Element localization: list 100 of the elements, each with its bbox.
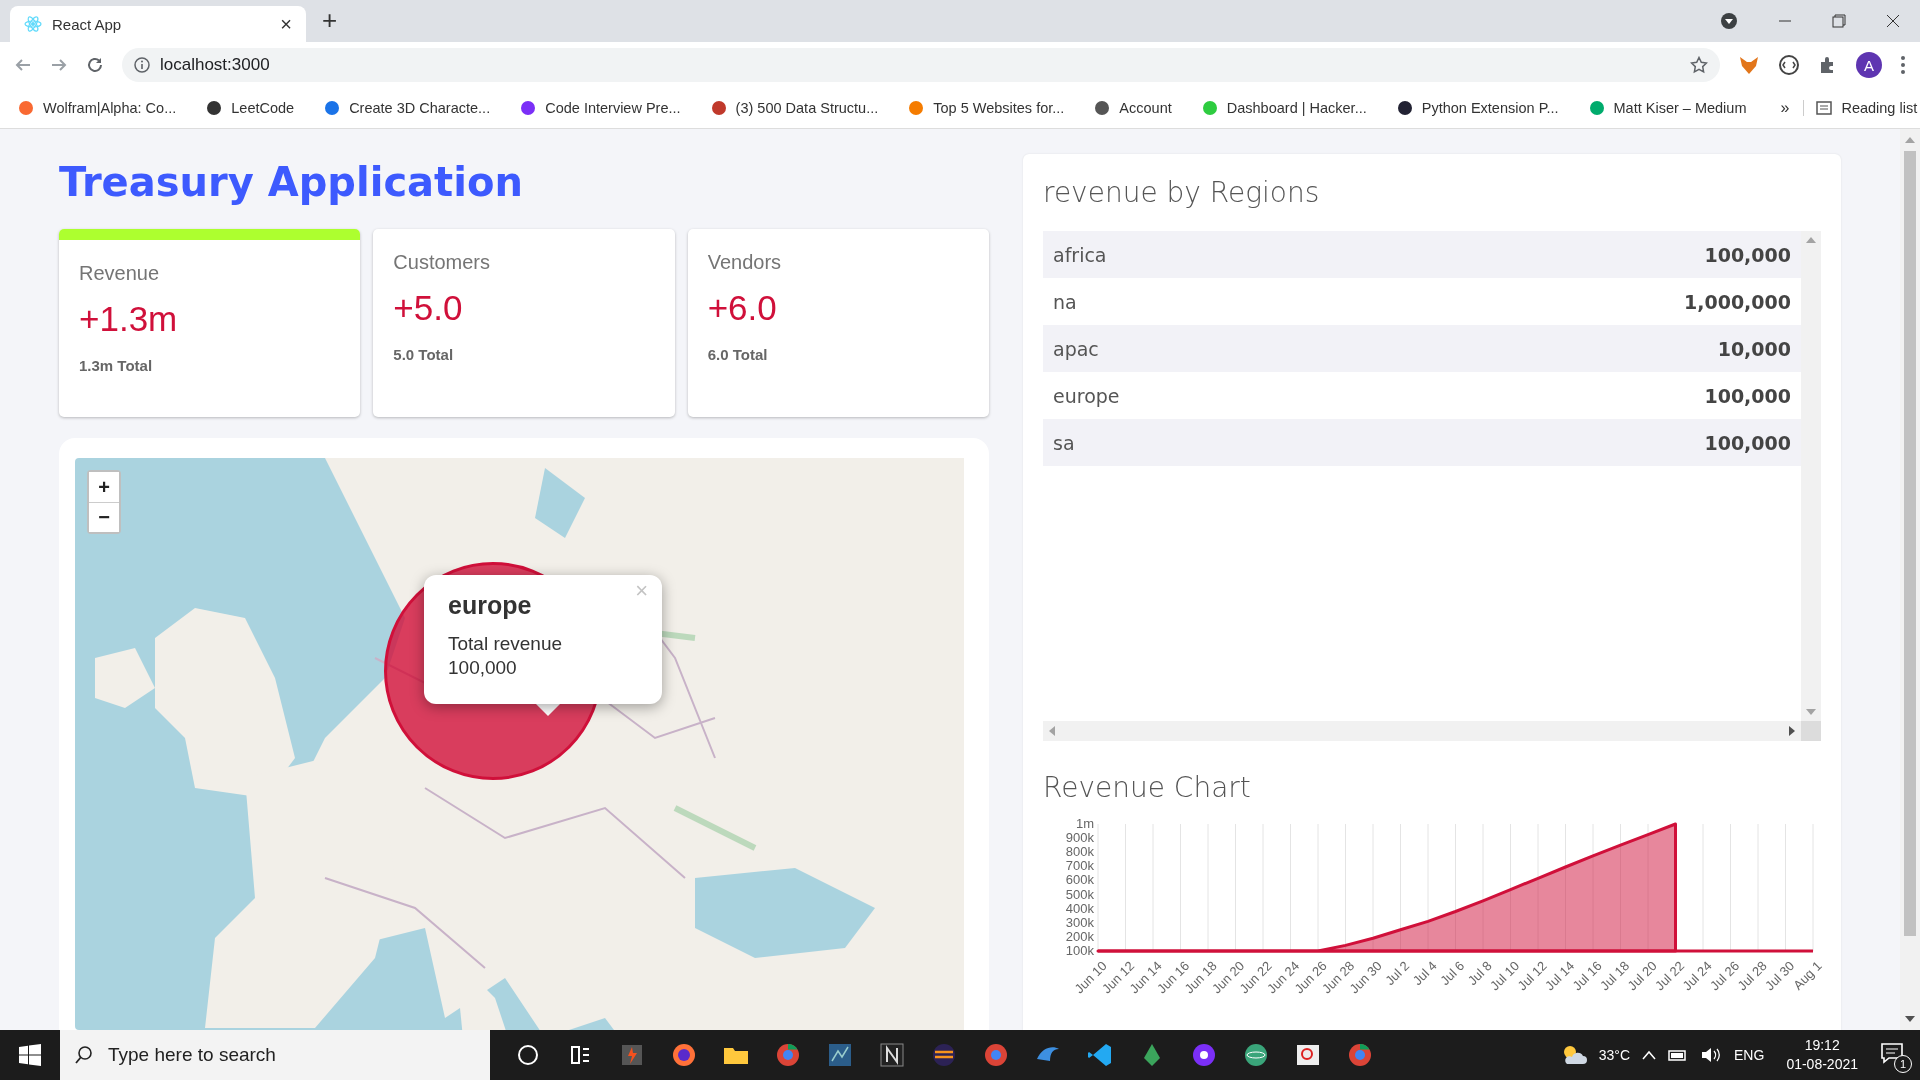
app-title: Treasury Application bbox=[59, 159, 524, 205]
y-tick-label: 800k bbox=[1065, 844, 1094, 860]
chart-title: Revenue Chart bbox=[1043, 771, 1252, 804]
region-revenue: 100,000 bbox=[1704, 243, 1791, 266]
reading-list-button[interactable]: Reading list bbox=[1803, 100, 1918, 116]
scrollbar-thumb[interactable] bbox=[1904, 151, 1916, 936]
y-tick-label: 1m bbox=[1075, 816, 1094, 831]
bookmark-item[interactable]: Account bbox=[1088, 96, 1178, 120]
bookmark-icon bbox=[1094, 100, 1111, 116]
search-icon bbox=[74, 1045, 94, 1065]
region-revenue: 10,000 bbox=[1717, 337, 1791, 360]
bookmark-icon bbox=[1588, 100, 1605, 116]
popup-text: Total revenue 100,000 bbox=[448, 632, 564, 680]
region-name: na bbox=[1053, 290, 1077, 313]
new-tab-button[interactable]: + bbox=[318, 5, 342, 36]
card-total: 1.3m Total bbox=[79, 357, 154, 374]
browser-icon[interactable] bbox=[774, 1041, 802, 1069]
browser-icon[interactable] bbox=[1346, 1041, 1374, 1069]
scroll-down-icon[interactable] bbox=[1905, 1016, 1915, 1022]
chevron-up-icon[interactable] bbox=[1642, 1050, 1657, 1060]
app-icon[interactable] bbox=[878, 1041, 906, 1069]
y-tick-label: 700k bbox=[1065, 858, 1094, 874]
bookmark-icon bbox=[324, 100, 341, 116]
region-name: africa bbox=[1053, 243, 1107, 266]
address-bar[interactable]: localhost:3000 bbox=[122, 48, 1720, 82]
bookmark-icon bbox=[1396, 100, 1413, 116]
y-tick-label: 200k bbox=[1065, 928, 1094, 944]
code-editor-icon[interactable] bbox=[1086, 1041, 1114, 1069]
y-tick-label: 300k bbox=[1065, 914, 1094, 930]
bookmark-item[interactable]: LeetCode bbox=[200, 96, 301, 120]
bookmark-icon bbox=[1201, 100, 1218, 116]
horizontal-scrollbar[interactable] bbox=[1043, 721, 1801, 741]
page-scrollbar[interactable] bbox=[1900, 129, 1920, 1030]
y-tick-label: 600k bbox=[1065, 872, 1094, 888]
info-icon[interactable] bbox=[134, 57, 150, 73]
browser-tab[interactable]: React App × bbox=[10, 6, 306, 42]
tab-search-icon[interactable] bbox=[1720, 12, 1738, 30]
battery-icon[interactable] bbox=[1668, 1048, 1689, 1062]
notification-count: 1 bbox=[1894, 1055, 1912, 1073]
card-total: 6.0 Total bbox=[707, 346, 769, 363]
browser-icon[interactable] bbox=[982, 1041, 1010, 1069]
speaker-icon[interactable] bbox=[1700, 1047, 1723, 1063]
bookmark-item[interactable]: (3) 500 Data Structu... bbox=[704, 96, 885, 120]
bookmark-icon bbox=[206, 100, 223, 116]
profile-avatar[interactable]: A bbox=[1856, 52, 1882, 78]
card-label: Customers bbox=[393, 251, 492, 274]
bookmark-icon bbox=[908, 100, 925, 116]
menu-icon[interactable] bbox=[1900, 55, 1906, 75]
app-icon[interactable] bbox=[1190, 1041, 1218, 1069]
fox-icon[interactable] bbox=[1738, 54, 1760, 76]
clock[interactable]: 19:12 01-08-2021 bbox=[1786, 1036, 1858, 1074]
more-bookmarks-button[interactable]: » bbox=[1770, 99, 1800, 117]
scroll-right-icon[interactable] bbox=[1789, 726, 1795, 736]
taskbar-search-field[interactable]: Type here to search bbox=[60, 1030, 490, 1080]
y-tick-label: 500k bbox=[1065, 886, 1094, 902]
card-value: +5.0 bbox=[393, 288, 464, 328]
scrollbar-corner bbox=[1801, 721, 1821, 741]
popup-title: europe bbox=[448, 591, 533, 620]
bookmark-icon bbox=[710, 100, 727, 116]
card-value: +1.3m bbox=[79, 299, 179, 339]
app-icon[interactable] bbox=[930, 1041, 958, 1069]
temperature: 33°C bbox=[1598, 1047, 1631, 1063]
panel-title: revenue by Regions bbox=[1043, 176, 1321, 209]
bookmark-icon bbox=[520, 100, 537, 116]
card-label: Revenue bbox=[79, 262, 161, 285]
card-label: Vendors bbox=[707, 251, 783, 274]
bookmark-item[interactable]: Code Interview Pre... bbox=[514, 96, 687, 120]
bookmark-item[interactable]: Create 3D Characte... bbox=[318, 96, 497, 120]
region-name: sa bbox=[1053, 431, 1075, 454]
y-tick-label: 100k bbox=[1065, 943, 1094, 958]
card-total: 5.0 Total bbox=[393, 346, 455, 363]
app-icon[interactable] bbox=[826, 1041, 854, 1069]
restore-icon[interactable] bbox=[1832, 14, 1846, 28]
close-tab-button[interactable]: × bbox=[276, 12, 296, 36]
browser-icon[interactable] bbox=[670, 1041, 698, 1069]
atom-icon[interactable] bbox=[1242, 1041, 1270, 1069]
atom-icon bbox=[24, 15, 42, 33]
zoom-out-button[interactable]: − bbox=[89, 502, 119, 532]
star-icon[interactable] bbox=[1690, 56, 1708, 74]
bookmark-item[interactable]: Dashboard | Hacker... bbox=[1195, 96, 1373, 120]
list-icon bbox=[1816, 100, 1833, 116]
region-name: europe bbox=[1053, 384, 1120, 407]
extension-icon[interactable] bbox=[1778, 54, 1800, 76]
region-name: apac bbox=[1053, 337, 1099, 360]
bookmark-icon bbox=[18, 100, 34, 116]
tab-title: React App bbox=[52, 15, 123, 33]
language-indicator[interactable]: ENG bbox=[1734, 1047, 1765, 1063]
reload-icon[interactable] bbox=[86, 56, 104, 74]
bookmark-item[interactable]: Wolfram|Alpha: Co... bbox=[12, 96, 183, 120]
bookmark-item[interactable]: Matt Kiser – Medium bbox=[1582, 96, 1753, 120]
y-tick-label: 900k bbox=[1065, 830, 1094, 846]
bookmark-item[interactable]: Python Extension P... bbox=[1390, 96, 1565, 120]
bookmark-item[interactable]: Top 5 Websites for... bbox=[902, 96, 1071, 120]
region-revenue: 100,000 bbox=[1704, 384, 1791, 407]
close-icon[interactable] bbox=[1886, 14, 1900, 28]
region-revenue: 100,000 bbox=[1704, 431, 1791, 454]
x-tick-label: Jul 6 bbox=[1437, 958, 1468, 989]
y-tick-label: 400k bbox=[1065, 900, 1094, 916]
card-value: +6.0 bbox=[707, 288, 778, 328]
windows-icon[interactable] bbox=[19, 1044, 41, 1066]
